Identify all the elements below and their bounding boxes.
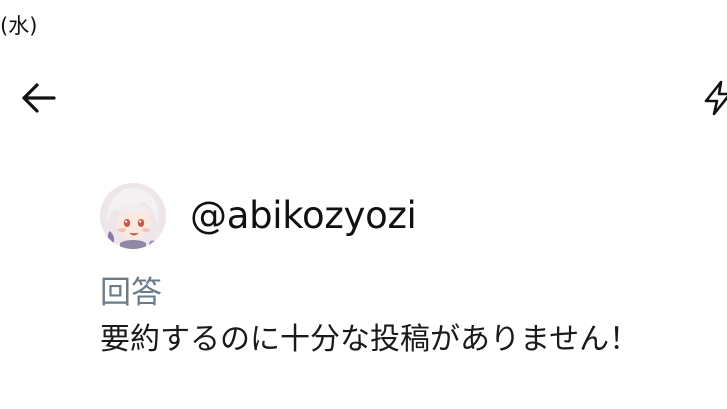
status-bar-date: (水) [0, 14, 38, 38]
avatar-image [100, 183, 166, 249]
user-handle[interactable]: @abikozyozi [190, 194, 417, 238]
answer-text: 要約するのに十分な投稿がありません！ [100, 322, 640, 357]
top-navigation-bar [0, 76, 727, 120]
avatar[interactable] [100, 183, 166, 249]
author-row: @abikozyozi [100, 183, 700, 249]
answer-label: 回答 [100, 275, 162, 311]
back-button[interactable] [18, 78, 60, 118]
lightning-button[interactable] [700, 80, 727, 116]
post-card: @abikozyozi 回答 要約するのに十分な投稿がありません！ [100, 183, 700, 359]
arrow-left-icon [22, 83, 56, 113]
lightning-bolt-icon [704, 80, 727, 116]
